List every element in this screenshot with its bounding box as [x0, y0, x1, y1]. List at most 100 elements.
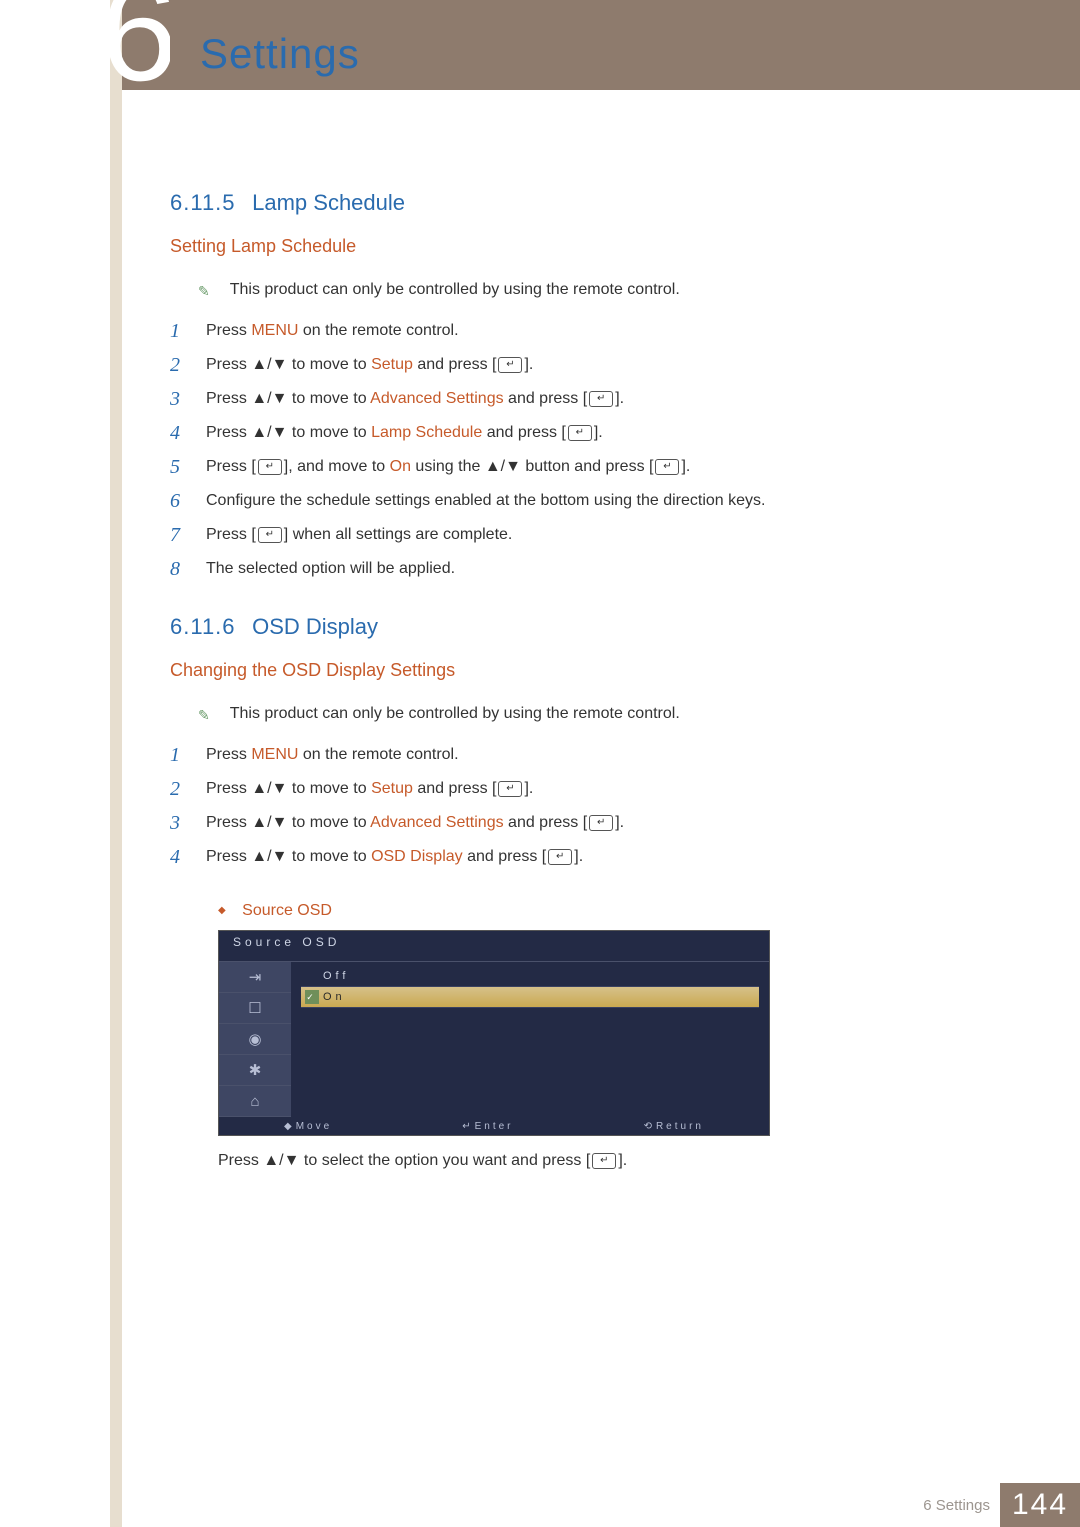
check-icon: ✓	[305, 990, 319, 1004]
step: 7 Press [↵] when all settings are complet…	[170, 524, 1000, 546]
step-number: 4	[170, 846, 188, 868]
highlight-text: Setup	[371, 780, 413, 797]
text: and press [	[504, 814, 588, 831]
text: Press	[206, 746, 251, 763]
section-number: 6.11.6	[170, 614, 246, 640]
highlight-text: OSD Display	[371, 848, 463, 865]
step-text: Press [↵] when all settings are complete…	[206, 524, 1000, 546]
step-number: 4	[170, 422, 188, 444]
enter-icon: ↵	[655, 459, 679, 475]
highlight-text: Advanced Settings	[370, 814, 503, 831]
osd-foot-move: Move	[284, 1121, 332, 1132]
text: Press [	[206, 526, 256, 543]
text: Press	[206, 322, 251, 339]
step-text: Press ▲/▼ to move to Lamp Schedule and p…	[206, 422, 1000, 444]
text: ].	[594, 424, 603, 441]
text: and press [	[482, 424, 566, 441]
post-osd-text: Press ▲/▼ to select the option you want …	[218, 1152, 1000, 1170]
highlight-text: Lamp Schedule	[371, 424, 482, 441]
chapter-title: Settings	[200, 30, 360, 78]
osd-foot-return: Return	[644, 1121, 704, 1132]
section-title: Lamp Schedule	[252, 190, 405, 215]
step-number: 2	[170, 354, 188, 376]
pencil-icon: ✎	[198, 707, 210, 724]
note-osd: ✎ This product can only be controlled by…	[198, 705, 1000, 724]
text: ].	[615, 390, 624, 407]
text: ], and move to	[284, 458, 390, 475]
step-number: 1	[170, 320, 188, 342]
text: Press [	[206, 458, 256, 475]
section-title: OSD Display	[252, 614, 378, 639]
note-text: This product can only be controlled by u…	[230, 281, 680, 299]
step-text: The selected option will be applied.	[206, 558, 1000, 580]
bullet-icon: ◆	[218, 905, 226, 916]
section-number: 6.11.5	[170, 190, 246, 216]
osd-side-icon: ⌂	[219, 1086, 291, 1117]
subitem-source-osd: ◆ Source OSD	[218, 902, 1000, 920]
step: 6 Configure the schedule settings enabled…	[170, 490, 1000, 512]
step: 4 Press ▲/▼ to move to OSD Display and pr…	[170, 846, 1000, 868]
text: ].	[681, 458, 690, 475]
step-text: Press [↵], and move to On using the ▲/▼ …	[206, 456, 1000, 478]
note-lamp: ✎ This product can only be controlled by…	[198, 281, 1000, 300]
enter-icon: ↵	[568, 425, 592, 441]
page: 6 Settings 6.11.5 Lamp Schedule Setting …	[0, 0, 1080, 1527]
step-number: 7	[170, 524, 188, 546]
section-subtitle-lamp: Setting Lamp Schedule	[170, 236, 1000, 257]
step: 8The selected option will be applied.	[170, 558, 1000, 580]
osd-title: Source OSD	[219, 931, 769, 962]
text: using the ▲/▼ button and press [	[411, 458, 653, 475]
osd-option: Off	[301, 966, 759, 987]
enter-icon: ↵	[589, 815, 613, 831]
text: ].	[574, 848, 583, 865]
enter-icon: ↵	[498, 357, 522, 373]
text: on the remote control.	[298, 746, 458, 763]
text: Press ▲/▼ to select the option you want …	[218, 1152, 590, 1169]
highlight-text: Setup	[371, 356, 413, 373]
step-number: 3	[170, 388, 188, 410]
footer-page-number: 144	[1000, 1483, 1080, 1527]
step: 2 Press ▲/▼ to move to Setup and press [↵…	[170, 354, 1000, 376]
steps-osd: 1Press MENU on the remote control.2Press…	[170, 744, 1000, 868]
enter-icon: ↵	[498, 781, 522, 797]
step: 3Press ▲/▼ to move to Advanced Settings …	[170, 388, 1000, 410]
step: 3 Press ▲/▼ to move to Advanced Settings …	[170, 812, 1000, 834]
step-number: 1	[170, 744, 188, 766]
osd-side-icon: ✱	[219, 1055, 291, 1086]
osd-sidebar: ⇥☐◉✱⌂	[219, 962, 291, 1117]
side-stripe	[110, 0, 122, 1527]
step: 1Press MENU on the remote control.	[170, 744, 1000, 766]
enter-icon: ↵	[589, 391, 613, 407]
step-number: 6	[170, 490, 188, 512]
text: and press [	[413, 356, 497, 373]
osd-screenshot: Source OSD ⇥☐◉✱⌂ Off ✓On Move Enter Retur…	[218, 930, 1000, 1136]
osd-side-icon: ⇥	[219, 962, 291, 993]
step: 1Press MENU on the remote control.	[170, 320, 1000, 342]
page-footer: 6 Settings 144	[923, 1483, 1080, 1527]
text: Press ▲/▼ to move to	[206, 780, 371, 797]
step-number: 3	[170, 812, 188, 834]
step-text: Press ▲/▼ to move to OSD Display and pre…	[206, 846, 1000, 868]
osd-option-label: Off	[323, 970, 349, 982]
step: 4 Press ▲/▼ to move to Lamp Schedule and …	[170, 422, 1000, 444]
section-heading-osd: 6.11.6 OSD Display	[170, 614, 1000, 640]
section-subtitle-osd: Changing the OSD Display Settings	[170, 660, 1000, 681]
osd-option: ✓On	[301, 987, 759, 1008]
step-text: Press ▲/▼ to move to Advanced Settings a…	[206, 812, 1000, 834]
text: Press ▲/▼ to move to	[206, 356, 371, 373]
osd-foot-enter: Enter	[462, 1121, 513, 1132]
text: Press ▲/▼ to move to	[206, 814, 370, 831]
text: ].	[524, 780, 533, 797]
highlight-text: MENU	[251, 322, 298, 339]
text: Configure the schedule settings enabled …	[206, 492, 765, 509]
step: 2Press ▲/▼ to move to Setup and press [↵…	[170, 778, 1000, 800]
note-text: This product can only be controlled by u…	[230, 705, 680, 723]
enter-icon: ↵	[258, 527, 282, 543]
enter-icon: ↵	[258, 459, 282, 475]
text: Press ▲/▼ to move to	[206, 848, 371, 865]
step: 5Press [↵], and move to On using the ▲/▼…	[170, 456, 1000, 478]
subitem-label: Source OSD	[242, 902, 332, 919]
content: 6.11.5 Lamp Schedule Setting Lamp Schedu…	[170, 190, 1000, 1170]
text: and press [	[413, 780, 497, 797]
text: ] when all settings are complete.	[284, 526, 513, 543]
